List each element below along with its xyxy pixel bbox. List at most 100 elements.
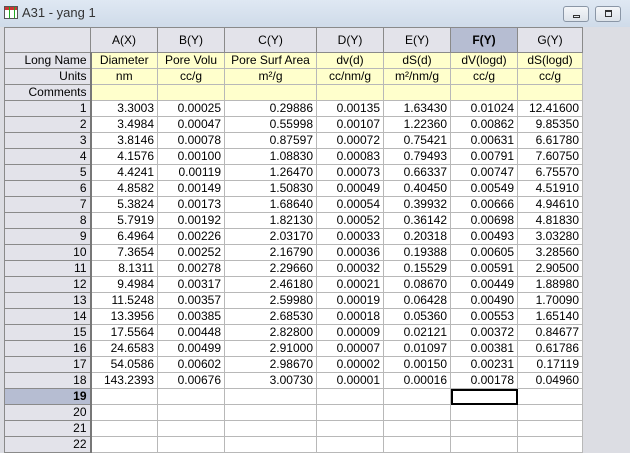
row-header[interactable]: 8: [4, 212, 92, 229]
data-cell[interactable]: 0.19388: [383, 244, 451, 261]
data-cell[interactable]: 0.00178: [450, 372, 518, 389]
data-cell[interactable]: [450, 388, 518, 405]
data-cell[interactable]: 54.0586: [90, 356, 158, 373]
units-cell[interactable]: m²/g: [224, 68, 317, 85]
data-cell[interactable]: 0.00493: [450, 228, 518, 245]
units-cell[interactable]: cc/g: [517, 68, 583, 85]
data-cell[interactable]: 143.2393: [90, 372, 158, 389]
column-header[interactable]: A(X): [90, 27, 158, 53]
row-header[interactable]: 21: [4, 420, 92, 437]
data-cell[interactable]: [157, 388, 225, 405]
data-cell[interactable]: 0.00019: [316, 292, 384, 309]
comments-cell[interactable]: [517, 84, 583, 101]
long-name-cell[interactable]: dv(d): [316, 52, 384, 69]
data-cell[interactable]: [224, 404, 317, 421]
data-cell[interactable]: 0.00317: [157, 276, 225, 293]
data-cell[interactable]: 0.00001: [316, 372, 384, 389]
row-header[interactable]: 5: [4, 164, 92, 181]
data-cell[interactable]: 0.00666: [450, 196, 518, 213]
worksheet-grid[interactable]: A(X) B(Y) C(Y) D(Y) E(Y) F(Y) G(Y) Long Name Dia…: [4, 27, 583, 453]
data-cell[interactable]: [383, 404, 451, 421]
data-cell[interactable]: 0.00135: [316, 100, 384, 117]
units-cell[interactable]: nm: [90, 68, 158, 85]
column-header[interactable]: E(Y): [383, 27, 451, 53]
data-cell[interactable]: [517, 436, 583, 453]
data-cell[interactable]: 0.00192: [157, 212, 225, 229]
data-cell[interactable]: [316, 436, 384, 453]
data-cell[interactable]: 1.22360: [383, 116, 451, 133]
data-cell[interactable]: 1.88980: [517, 276, 583, 293]
data-cell[interactable]: 0.00052: [316, 212, 384, 229]
data-cell[interactable]: [224, 420, 317, 437]
long-name-cell[interactable]: dS(d): [383, 52, 451, 69]
row-header[interactable]: 13: [4, 292, 92, 309]
data-cell[interactable]: 0.29886: [224, 100, 317, 117]
data-cell[interactable]: [157, 420, 225, 437]
data-cell[interactable]: 0.87597: [224, 132, 317, 149]
data-cell[interactable]: [316, 420, 384, 437]
data-cell[interactable]: 0.00357: [157, 292, 225, 309]
long-name-cell[interactable]: Pore Volu: [157, 52, 225, 69]
data-cell[interactable]: 4.81830: [517, 212, 583, 229]
data-cell[interactable]: 0.75421: [383, 132, 451, 149]
data-cell[interactable]: 0.00499: [157, 340, 225, 357]
data-cell[interactable]: 1.50830: [224, 180, 317, 197]
data-cell[interactable]: 0.00226: [157, 228, 225, 245]
data-cell[interactable]: 0.05360: [383, 308, 451, 325]
column-header[interactable]: B(Y): [157, 27, 225, 53]
row-header[interactable]: 1: [4, 100, 92, 117]
data-cell[interactable]: 0.00025: [157, 100, 225, 117]
data-cell[interactable]: 4.4241: [90, 164, 158, 181]
row-header[interactable]: 15: [4, 324, 92, 341]
data-cell[interactable]: [517, 420, 583, 437]
data-cell[interactable]: 3.28560: [517, 244, 583, 261]
data-cell[interactable]: [90, 388, 158, 405]
data-cell[interactable]: 0.00862: [450, 116, 518, 133]
data-cell[interactable]: 2.59980: [224, 292, 317, 309]
row-header[interactable]: 7: [4, 196, 92, 213]
units-cell[interactable]: cc/g: [450, 68, 518, 85]
data-cell[interactable]: [517, 388, 583, 405]
data-cell[interactable]: 3.03280: [517, 228, 583, 245]
data-cell[interactable]: [383, 436, 451, 453]
data-cell[interactable]: 0.06428: [383, 292, 451, 309]
data-cell[interactable]: 0.79493: [383, 148, 451, 165]
data-cell[interactable]: 8.1311: [90, 260, 158, 277]
data-cell[interactable]: 0.00605: [450, 244, 518, 261]
data-cell[interactable]: 0.00021: [316, 276, 384, 293]
data-cell[interactable]: [316, 404, 384, 421]
row-header[interactable]: 14: [4, 308, 92, 325]
data-cell[interactable]: 1.65140: [517, 308, 583, 325]
data-cell[interactable]: [157, 436, 225, 453]
data-cell[interactable]: 13.3956: [90, 308, 158, 325]
row-header[interactable]: 18: [4, 372, 92, 389]
data-cell[interactable]: 0.00078: [157, 132, 225, 149]
data-cell[interactable]: [383, 388, 451, 405]
minimize-button[interactable]: [563, 6, 589, 22]
data-cell[interactable]: 0.00083: [316, 148, 384, 165]
data-cell[interactable]: 0.01097: [383, 340, 451, 357]
column-header[interactable]: G(Y): [517, 27, 583, 53]
data-cell[interactable]: [450, 404, 518, 421]
data-cell[interactable]: 3.8146: [90, 132, 158, 149]
data-cell[interactable]: 0.00018: [316, 308, 384, 325]
maximize-button[interactable]: [595, 6, 621, 22]
data-cell[interactable]: 0.00381: [450, 340, 518, 357]
data-cell[interactable]: 0.00791: [450, 148, 518, 165]
data-cell[interactable]: 0.00007: [316, 340, 384, 357]
data-cell[interactable]: [90, 404, 158, 421]
comments-cell[interactable]: [157, 84, 225, 101]
data-cell[interactable]: [224, 388, 317, 405]
units-cell[interactable]: m²/nm/g: [383, 68, 451, 85]
data-cell[interactable]: [316, 388, 384, 405]
row-header[interactable]: 19: [4, 388, 92, 405]
data-cell[interactable]: 1.26470: [224, 164, 317, 181]
column-header[interactable]: D(Y): [316, 27, 384, 53]
data-cell[interactable]: 2.68530: [224, 308, 317, 325]
data-cell[interactable]: 3.4984: [90, 116, 158, 133]
data-cell[interactable]: 0.00054: [316, 196, 384, 213]
data-cell[interactable]: 0.00119: [157, 164, 225, 181]
comments-cell[interactable]: [383, 84, 451, 101]
data-cell[interactable]: 0.00553: [450, 308, 518, 325]
data-cell[interactable]: 7.3654: [90, 244, 158, 261]
